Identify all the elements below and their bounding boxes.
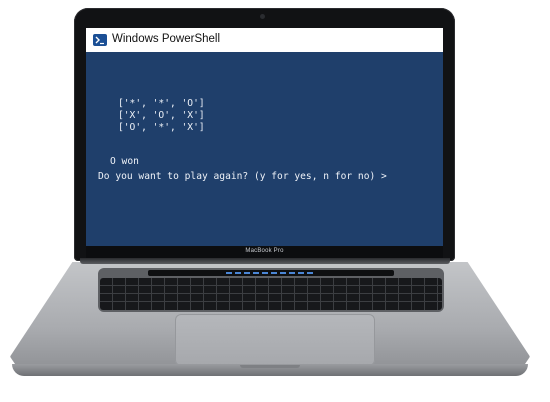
laptop-hinge bbox=[80, 258, 450, 264]
touch-bar-lights bbox=[226, 272, 316, 274]
prompt-line[interactable]: Do you want to play again? (y for yes, n… bbox=[98, 171, 387, 183]
board-row-1: ['*', '*', 'O'] bbox=[118, 98, 205, 109]
model-label: MacBook Pro bbox=[245, 248, 284, 254]
keyboard[interactable] bbox=[100, 278, 442, 310]
trackpad[interactable] bbox=[175, 314, 375, 366]
screen-bottom-bezel: MacBook Pro bbox=[86, 246, 443, 258]
window-title: Windows PowerShell bbox=[112, 33, 221, 45]
console-output[interactable]: ['*', '*', 'O'] ['X', 'O', 'X'] ['O', '*… bbox=[86, 52, 443, 246]
powershell-icon bbox=[93, 34, 107, 46]
board-row-3: ['O', '*', 'X'] bbox=[118, 122, 205, 133]
laptop-screen: Windows PowerShell ['*', '*', 'O'] ['X',… bbox=[86, 28, 443, 246]
camera-icon bbox=[260, 14, 265, 19]
window-titlebar[interactable]: Windows PowerShell bbox=[86, 28, 443, 52]
result-line: O won bbox=[110, 156, 139, 167]
board-row-2: ['X', 'O', 'X'] bbox=[118, 110, 205, 121]
lid-notch bbox=[240, 365, 300, 368]
touch-bar[interactable] bbox=[148, 270, 394, 276]
